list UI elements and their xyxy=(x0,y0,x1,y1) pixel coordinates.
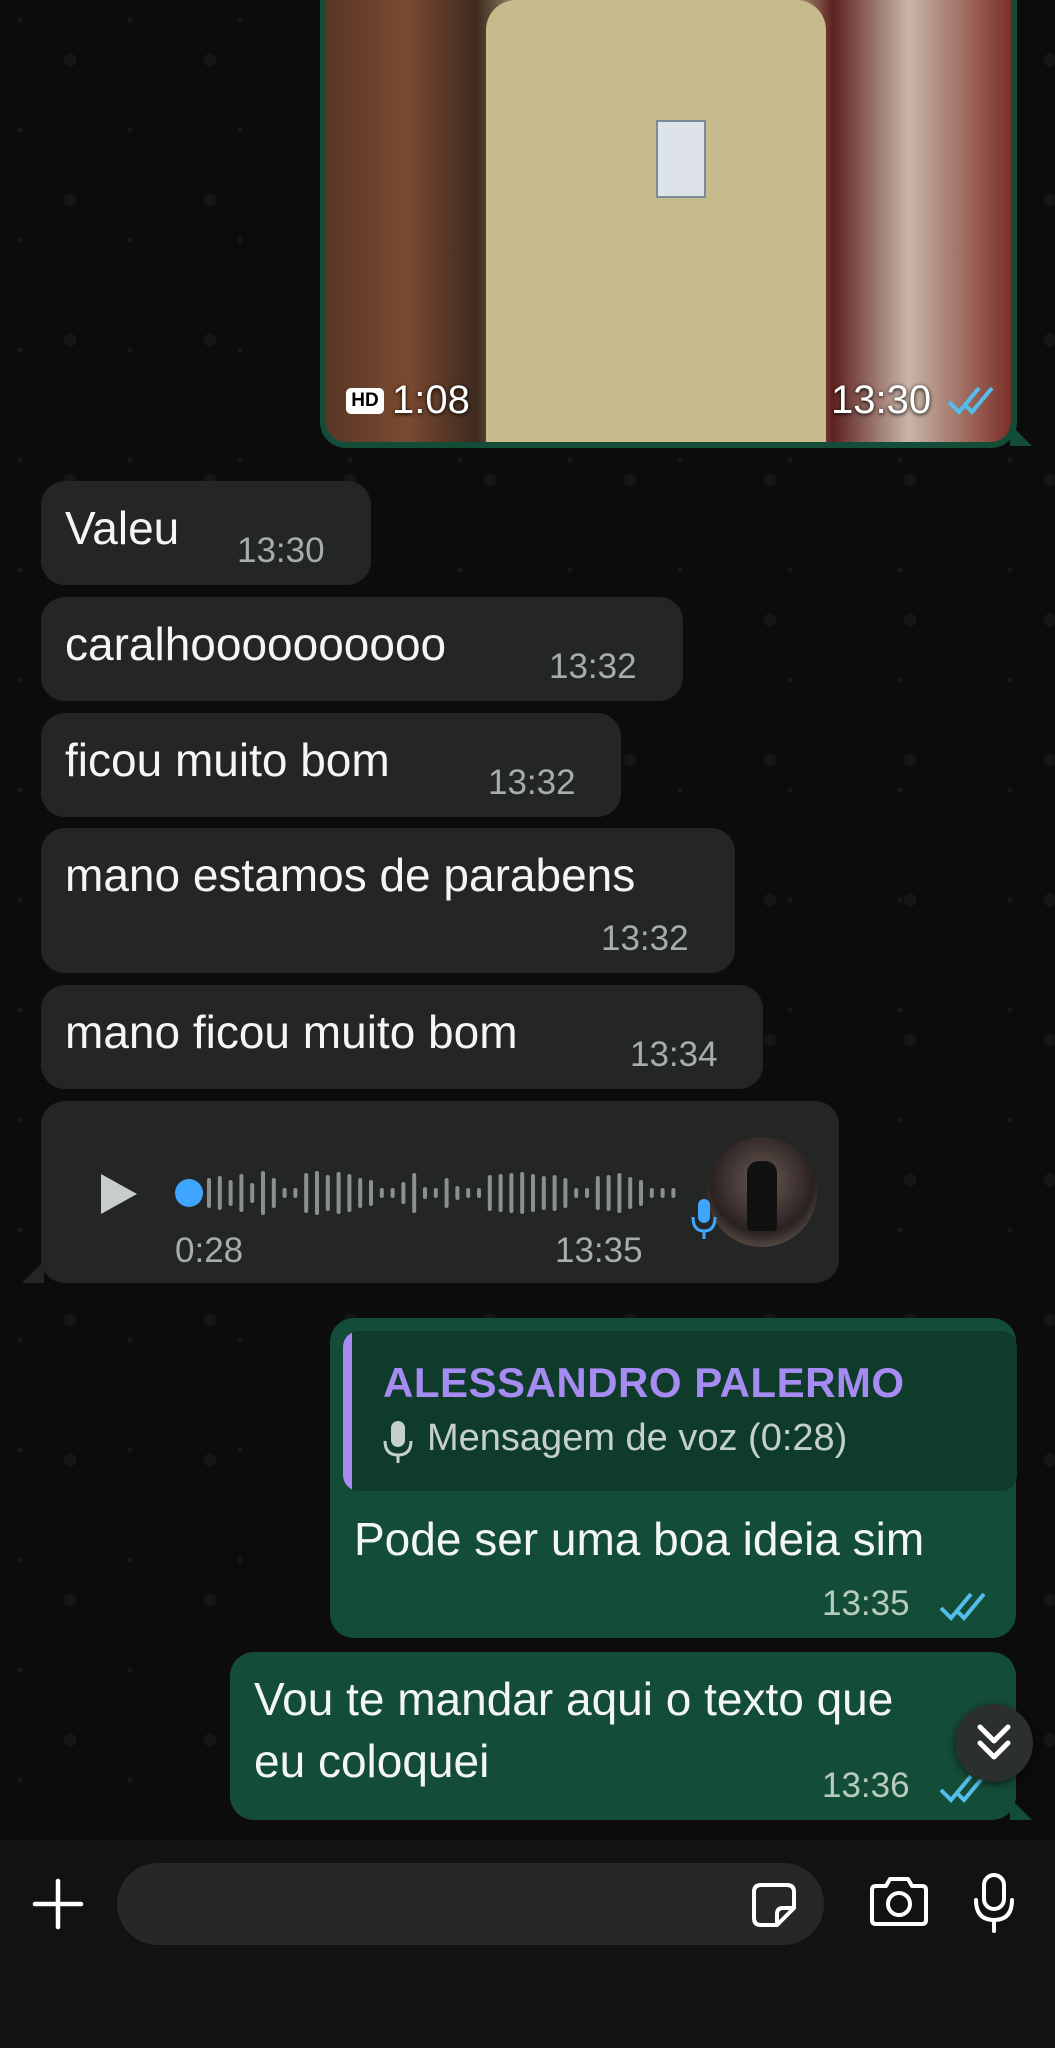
quote-text: Mensagem de voz (0:28) xyxy=(427,1417,848,1459)
waveform-bar xyxy=(509,1173,514,1213)
microphone-icon[interactable] xyxy=(972,1872,1016,1934)
waveform-bar xyxy=(639,1180,643,1206)
message-time: 13:32 xyxy=(488,763,576,802)
waveform-bar xyxy=(606,1175,611,1211)
waveform-bar xyxy=(628,1177,633,1209)
message-text-line-2: eu coloquei xyxy=(254,1735,490,1787)
sticker-icon[interactable] xyxy=(751,1882,797,1928)
message-time: 13:36 xyxy=(822,1766,910,1805)
waveform-bar xyxy=(325,1175,330,1211)
waveform-bar xyxy=(358,1178,363,1208)
message-text: Valeu xyxy=(65,502,180,554)
waveform-bar xyxy=(649,1188,654,1198)
hd-badge: HD xyxy=(346,388,384,414)
quote-sender-name: ALESSANDRO PALERMO xyxy=(383,1359,905,1406)
incoming-message[interactable]: ficou muito bom 13:32 xyxy=(41,713,621,817)
quote-accent-bar xyxy=(343,1331,352,1491)
waveform-bar xyxy=(595,1176,600,1210)
waveform-bar xyxy=(217,1176,222,1210)
message-text-line-1: Vou te mandar aqui o texto que xyxy=(254,1673,894,1725)
waveform-bar xyxy=(347,1174,352,1212)
waveform-bar xyxy=(487,1175,492,1211)
video-person-shirt xyxy=(486,0,826,442)
waveform-bar xyxy=(250,1183,255,1203)
bubble-tail xyxy=(1010,1798,1032,1820)
quoted-message[interactable]: ALESSANDRO PALERMO Mensagem de voz (0:28… xyxy=(343,1331,1017,1491)
waveform-bar xyxy=(552,1175,557,1211)
waveform-bar xyxy=(585,1188,589,1198)
outgoing-reply-message[interactable]: ALESSANDRO PALERMO Mensagem de voz (0:28… xyxy=(330,1318,1017,1638)
plus-icon[interactable] xyxy=(32,1878,84,1930)
waveform-bar xyxy=(498,1174,503,1212)
waveform-bar xyxy=(336,1172,341,1214)
avatar-figure xyxy=(747,1161,777,1231)
camera-icon[interactable] xyxy=(868,1876,930,1928)
message-text: mano ficou muito bom xyxy=(65,1006,518,1058)
message-time: 13:30 xyxy=(237,531,325,570)
microphone-icon xyxy=(691,1199,717,1239)
bubble-tail xyxy=(1010,424,1032,446)
waveform-bar xyxy=(617,1173,622,1213)
message-time: 13:32 xyxy=(549,647,637,686)
waveform-bar xyxy=(433,1188,438,1198)
waveform-bar xyxy=(207,1178,211,1208)
waveform-bar xyxy=(466,1188,471,1198)
waveform-bar xyxy=(228,1180,233,1206)
waveform-bar xyxy=(563,1178,568,1208)
message-time: 13:35 xyxy=(555,1231,643,1270)
waveform-bar xyxy=(660,1188,665,1198)
waveform-bar xyxy=(423,1187,427,1199)
waveform-bar xyxy=(531,1174,535,1212)
waveform-bar xyxy=(271,1178,276,1208)
waveform-bar xyxy=(574,1188,579,1198)
message-time: 13:32 xyxy=(601,919,689,958)
message-text: caralhoooooooooo xyxy=(65,618,447,670)
waveform-bar xyxy=(444,1178,449,1208)
incoming-message[interactable]: Valeu 13:30 xyxy=(41,481,371,585)
incoming-message[interactable]: caralhoooooooooo 13:32 xyxy=(41,597,683,701)
video-duration: 1:08 xyxy=(392,378,470,422)
waveform-bar xyxy=(671,1188,676,1198)
avatar[interactable] xyxy=(707,1137,817,1247)
scroll-to-bottom-button[interactable] xyxy=(955,1704,1033,1782)
incoming-message[interactable]: mano estamos de parabens 13:32 xyxy=(41,828,735,973)
waveform-bar xyxy=(412,1173,417,1213)
message-input[interactable] xyxy=(117,1863,824,1945)
message-time: 13:34 xyxy=(630,1035,718,1074)
waveform-bar xyxy=(477,1188,481,1198)
waveform-bar xyxy=(261,1171,265,1215)
double-check-icon xyxy=(939,1592,986,1621)
message-text: Pode ser uma boa ideia sim xyxy=(354,1513,925,1565)
voice-waveform[interactable] xyxy=(207,1167,707,1219)
message-text: ficou muito bom xyxy=(65,734,390,786)
voice-progress-dot[interactable] xyxy=(175,1179,203,1207)
incoming-message[interactable]: mano ficou muito bom 13:34 xyxy=(41,985,763,1089)
waveform-bar xyxy=(390,1188,395,1198)
message-time: 13:35 xyxy=(822,1584,910,1623)
video-lanyard-badge xyxy=(656,120,706,198)
bubble-tail xyxy=(22,1261,44,1283)
microphone-icon xyxy=(383,1421,413,1463)
waveform-bar xyxy=(401,1182,406,1204)
outgoing-message[interactable]: Vou te mandar aqui o texto que eu coloqu… xyxy=(230,1652,1016,1820)
play-icon[interactable] xyxy=(97,1171,141,1217)
voice-elapsed: 0:28 xyxy=(175,1231,244,1270)
double-chevron-down-icon xyxy=(977,1724,1011,1760)
waveform-bar xyxy=(282,1188,287,1198)
waveform-bar xyxy=(293,1188,298,1198)
waveform-bar xyxy=(239,1174,244,1212)
waveform-bar xyxy=(315,1171,319,1215)
double-check-icon xyxy=(947,386,994,415)
waveform-bar xyxy=(304,1173,309,1213)
voice-message[interactable]: 0:28 13:35 xyxy=(41,1101,839,1283)
video-message[interactable]: HD 1:08 13:30 xyxy=(320,0,1017,448)
waveform-bar xyxy=(520,1172,525,1214)
message-text: mano estamos de parabens xyxy=(65,849,636,901)
video-time: 13:30 xyxy=(831,378,932,422)
waveform-bar xyxy=(379,1188,384,1198)
waveform-bar xyxy=(369,1180,373,1206)
waveform-bar xyxy=(541,1176,546,1210)
waveform-bar xyxy=(455,1186,460,1200)
